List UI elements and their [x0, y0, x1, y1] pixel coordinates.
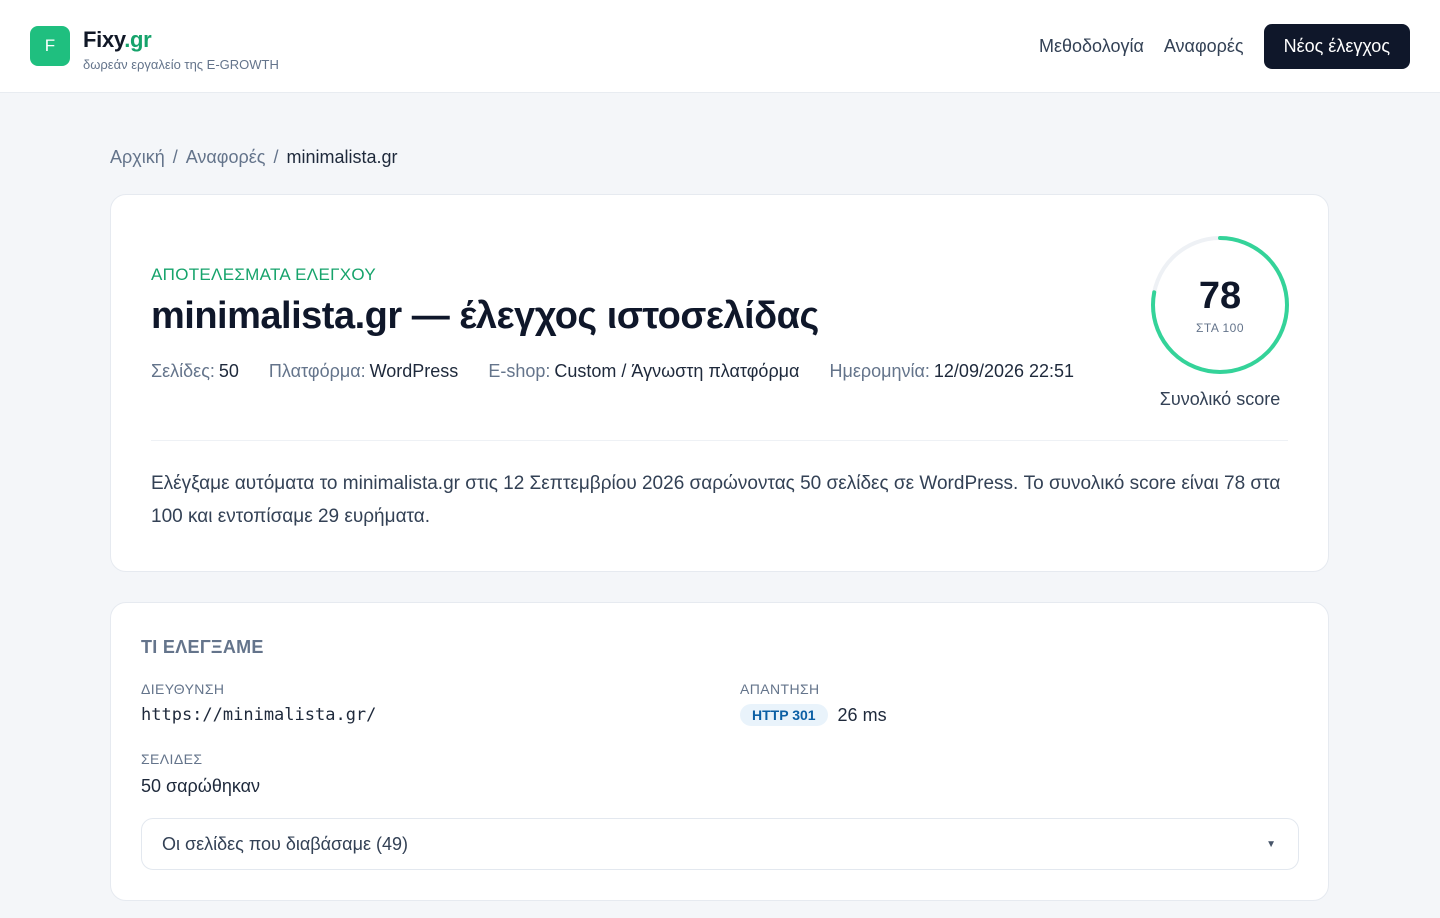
address-label: ΔΙΕΥΘΥΝΣΗ — [141, 681, 225, 697]
breadcrumb-reports[interactable]: Αναφορές — [186, 147, 266, 167]
logo-icon[interactable]: F — [30, 26, 70, 66]
meta-eshop: E-shop: Custom / Άγνωστη πλατφόρμα — [488, 361, 800, 381]
nav-link-methodology[interactable]: Μεθοδολογία — [1039, 36, 1144, 57]
meta-pages: Σελίδες: 50 — [151, 361, 239, 381]
pages-value: 50 σαρώθηκαν — [141, 776, 261, 796]
breadcrumb-home[interactable]: Αρχική — [110, 147, 165, 167]
response-value: HTTP 301 26 ms — [740, 704, 887, 727]
report-meta: Σελίδες: 50 Πλατφόρμα: WordPress E-shop: Cu… — [151, 361, 1104, 382]
meta-date: Ημερομηνία: 12/09/2026 22:51 — [829, 361, 1075, 381]
chevron-down-icon: ▼ — [1266, 838, 1276, 850]
brand[interactable]: Fixy.gr δωρεάν εργαλείο της E-GROWTH — [83, 27, 279, 72]
response-time: 26 ms — [837, 704, 887, 725]
page-title: minimalista.gr — έλεγχος ιστοσελίδας — [151, 295, 819, 337]
report-eyebrow: ΑΠΟΤΕΛΕΣΜΑΤΑ ΕΛΕΓΧΟΥ — [151, 265, 376, 284]
breadcrumb-separator: / — [273, 147, 279, 167]
score-value: 78 — [1198, 275, 1242, 317]
main-nav: Μεθοδολογία Αναφορές Νέος έλεγχος — [1039, 24, 1410, 69]
nav-link-reports[interactable]: Αναφορές — [1164, 36, 1244, 57]
report-card: ΑΠΟΤΕΛΕΣΜΑΤΑ ΕΛΕΓΧΟΥ minimalista.gr — έλ… — [110, 194, 1329, 572]
response-label: ΑΠΑΝΤΗΣΗ — [740, 681, 820, 697]
breadcrumb: Αρχική / Αναφορές / minimalista.gr — [110, 147, 397, 168]
pages-label: ΣΕΛΙΔΕΣ — [141, 751, 203, 767]
score-ring: 78 ΣΤΑ 100 — [1148, 233, 1292, 377]
new-check-button[interactable]: Νέος έλεγχος — [1263, 24, 1410, 69]
score-caption: Συνολικό score — [1159, 389, 1281, 409]
http-status-badge: HTTP 301 — [740, 704, 828, 727]
pages-read-accordion[interactable]: Οι σελίδες που διαβάσαμε (49) ▼ — [141, 818, 1299, 870]
breadcrumb-current: minimalista.gr — [286, 147, 398, 167]
brand-tagline: δωρεάν εργαλείο της E-GROWTH — [83, 57, 279, 72]
section-title: ΤΙ ΕΛΕΓΞΑΜΕ — [141, 637, 264, 657]
accordion-label: Οι σελίδες που διαβάσαμε (49) — [162, 833, 408, 854]
score-max-label: ΣΤΑ 100 — [1195, 321, 1245, 335]
brand-name: Fixy.gr — [83, 27, 152, 52]
address-value: https://minimalista.gr/ — [141, 705, 377, 725]
checked-card: ΤΙ ΕΛΕΓΞΑΜΕ ΔΙΕΥΘΥΝΣΗ https://minimalist… — [110, 602, 1329, 901]
divider — [151, 440, 1288, 441]
meta-platform: Πλατφόρμα: WordPress — [268, 361, 459, 381]
top-header: F Fixy.gr δωρεάν εργαλείο της E-GROWTH Μ… — [0, 0, 1440, 93]
breadcrumb-separator: / — [172, 147, 178, 167]
report-summary: Ελέγξαμε αυτόματα το minimalista.gr στις… — [151, 473, 1281, 527]
